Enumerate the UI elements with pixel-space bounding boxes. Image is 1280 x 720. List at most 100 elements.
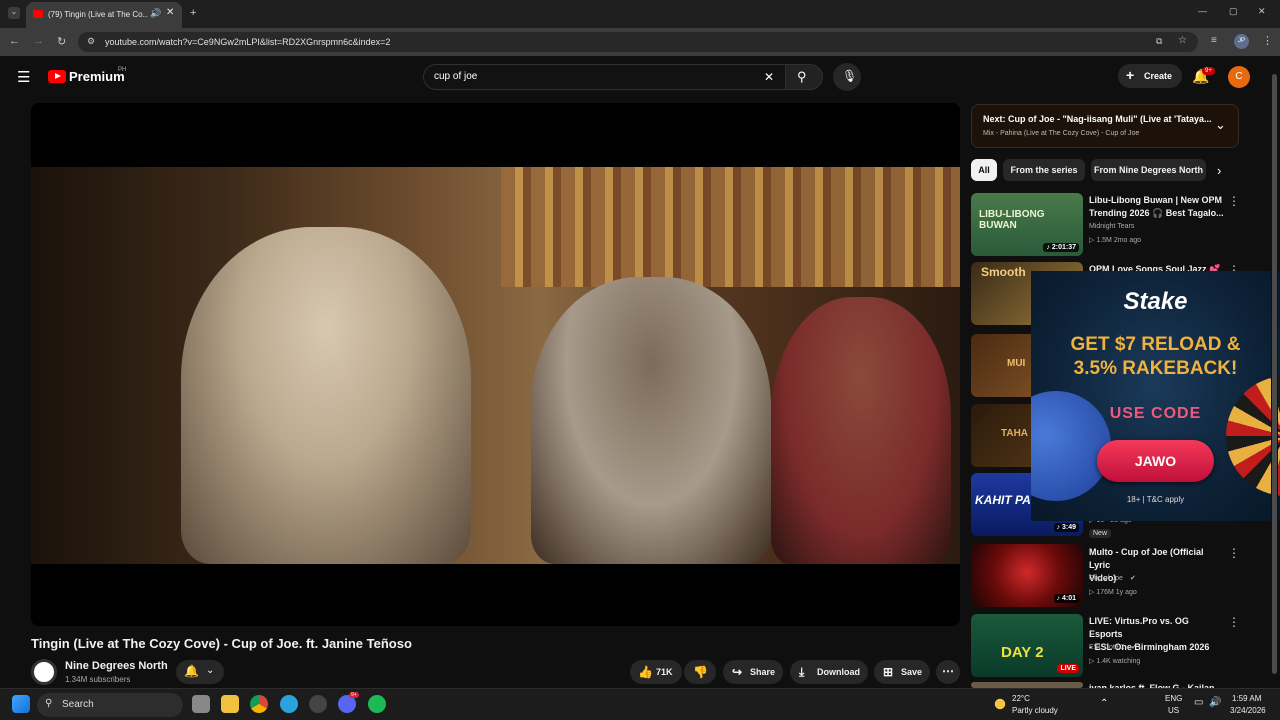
rec-menu-icon[interactable]: ⋮ bbox=[1228, 194, 1240, 208]
ad-code-button[interactable]: JAWO bbox=[1097, 440, 1214, 482]
stake-ad-overlay[interactable]: Stake GET $7 RELOAD & 3.5% RAKEBACK! USE… bbox=[1031, 271, 1280, 521]
hamburger-menu-icon[interactable]: ☰ bbox=[17, 68, 30, 86]
window-close-icon[interactable]: ✕ bbox=[1258, 6, 1266, 17]
forward-icon[interactable]: → bbox=[33, 35, 44, 47]
duration-badge: ♪ 3:49 bbox=[1053, 523, 1079, 532]
page-scrollbar[interactable] bbox=[1271, 60, 1278, 686]
youtube-logo-icon[interactable] bbox=[48, 70, 66, 83]
chevron-down-icon[interactable]: ⌄ bbox=[1215, 117, 1226, 133]
obs-icon[interactable] bbox=[309, 695, 327, 713]
scrollbar-thumb[interactable] bbox=[1272, 74, 1277, 674]
clock-time[interactable]: 1:59 AM bbox=[1232, 694, 1261, 703]
rec-thumbnail[interactable]: ♪ 4:01 bbox=[971, 544, 1083, 607]
close-tab-icon[interactable]: ✕ bbox=[166, 7, 174, 18]
profile-avatar[interactable]: JP bbox=[1234, 34, 1249, 49]
volume-icon[interactable]: 🔊 bbox=[1209, 697, 1221, 708]
rec-title-line: Trending 2026 🎧 Best Tagalo... bbox=[1089, 208, 1224, 218]
bell-icon: 🔔 bbox=[184, 664, 199, 678]
file-explorer-icon[interactable] bbox=[221, 695, 239, 713]
country-code: PH bbox=[118, 67, 127, 73]
taskbar-search[interactable]: ⚲ Search bbox=[37, 693, 183, 717]
create-label: Create bbox=[1144, 71, 1173, 81]
thumbnail-text: MUI bbox=[1007, 358, 1026, 369]
lang-region[interactable]: US bbox=[1168, 706, 1179, 715]
tray-overflow-icon[interactable]: ⌃ bbox=[1100, 698, 1108, 709]
channel-avatar[interactable] bbox=[31, 659, 57, 685]
more-icon: ⋯ bbox=[942, 664, 954, 678]
rec-menu-icon[interactable]: ⋮ bbox=[1228, 546, 1240, 560]
rec-thumbnail[interactable]: DAY 2 LIVE bbox=[971, 614, 1083, 677]
chip-from-channel[interactable]: From Nine Degrees North bbox=[1091, 159, 1206, 181]
windows-start-icon[interactable] bbox=[12, 695, 30, 713]
speaker-icon[interactable]: 🔊 bbox=[150, 8, 161, 19]
browser-menu-icon[interactable]: ⋮ bbox=[1262, 34, 1273, 47]
reload-icon[interactable]: ↻ bbox=[57, 35, 66, 48]
search-input[interactable]: cup of joe ✕ bbox=[423, 64, 786, 90]
telegram-icon[interactable] bbox=[280, 695, 298, 713]
share-button[interactable]: ↪ Share bbox=[723, 660, 783, 684]
save-button[interactable]: ⊞ Save bbox=[874, 660, 930, 684]
video-player[interactable] bbox=[31, 103, 960, 626]
rec-thumbnail[interactable]: LIBU-LIBONG BUWAN ♪ 2:01:37 bbox=[971, 193, 1083, 256]
rec-title-line: Multo - Cup of Joe (Official Lyric bbox=[1089, 547, 1204, 570]
spotify-icon[interactable] bbox=[368, 695, 386, 713]
maximize-icon[interactable]: ▢ bbox=[1229, 6, 1238, 17]
create-button[interactable]: + Create bbox=[1118, 64, 1182, 88]
task-view-icon[interactable] bbox=[192, 695, 210, 713]
minimize-icon[interactable]: — bbox=[1198, 6, 1207, 16]
save-label: Save bbox=[901, 667, 923, 677]
url-text: youtube.com/watch?v=Ce9NGw2mLPI&list=RD2… bbox=[105, 37, 391, 47]
download-icon: ⤓ bbox=[799, 665, 805, 679]
thumbnail-text: LIBU-LIBONG BUWAN bbox=[979, 209, 1045, 231]
download-button[interactable]: ⤓ Download bbox=[790, 660, 868, 684]
network-icon[interactable]: ▭ bbox=[1194, 697, 1203, 708]
cast-icon[interactable]: ⧉ bbox=[1156, 36, 1162, 47]
ad-headline: GET $7 RELOAD & 3.5% RAKEBACK! bbox=[1031, 333, 1280, 381]
ad-use-code: USE CODE bbox=[1109, 405, 1202, 422]
subscription-bell-button[interactable]: 🔔 ⌄ bbox=[176, 660, 224, 684]
ad-headline-line: 3.5% RAKEBACK! bbox=[1073, 358, 1238, 379]
dislike-button[interactable]: 👎 bbox=[684, 660, 716, 684]
rec-menu-icon[interactable]: ⋮ bbox=[1228, 615, 1240, 629]
search-icon: ⚲ bbox=[45, 698, 53, 709]
address-bar[interactable]: ⚙ youtube.com/watch?v=Ce9NGw2mLPI&list=R… bbox=[78, 32, 1198, 52]
chrome-icon[interactable] bbox=[250, 695, 268, 713]
rec-channel[interactable]: Midnight Tears bbox=[1089, 223, 1134, 230]
subscriber-count: 1.34M subscribers bbox=[65, 675, 131, 684]
search-value: cup of joe bbox=[434, 71, 478, 82]
tab-list-icon[interactable]: ⌄ bbox=[8, 7, 20, 19]
bookmark-star-icon[interactable]: ☆ bbox=[1178, 35, 1187, 46]
account-avatar[interactable]: C bbox=[1228, 66, 1250, 88]
search-icon: ⚲ bbox=[797, 69, 807, 84]
weather-temp[interactable]: 22°C bbox=[1012, 694, 1030, 703]
like-button[interactable]: 👍 71K bbox=[630, 660, 682, 684]
chip-from-series[interactable]: From the series bbox=[1003, 159, 1085, 181]
rec-meta: ▷ 176M 1y ago bbox=[1089, 589, 1137, 596]
rec-meta: ▷ 1.5M 2mo ago bbox=[1089, 237, 1142, 244]
ad-headline-line: GET $7 RELOAD & bbox=[1070, 334, 1241, 355]
new-tab-icon[interactable]: + bbox=[190, 7, 196, 19]
more-actions-button[interactable]: ⋯ bbox=[936, 660, 960, 684]
site-info-icon[interactable]: ⚙ bbox=[87, 36, 95, 47]
weather-desc[interactable]: Partly cloudy bbox=[1012, 706, 1058, 715]
search-button[interactable]: ⚲ bbox=[785, 64, 823, 90]
rec-channel[interactable]: ESL Dota 2 bbox=[1089, 644, 1125, 651]
clear-search-icon[interactable]: ✕ bbox=[764, 70, 774, 84]
duration-badge: ♪ 2:01:37 bbox=[1043, 243, 1079, 252]
playlist-next-panel[interactable]: Next: Cup of Joe - "Nag-iisang Muli" (Li… bbox=[971, 104, 1239, 148]
lang-code[interactable]: ENG bbox=[1165, 694, 1182, 703]
clock-date[interactable]: 3/24/2026 bbox=[1230, 706, 1266, 715]
weather-icon[interactable] bbox=[991, 695, 1009, 713]
browser-tab[interactable]: (79) Tingin (Live at The Co... 🔊 ✕ bbox=[26, 2, 182, 28]
channel-name[interactable]: Nine Degrees North bbox=[65, 660, 168, 672]
rec-channel[interactable]: Cup of Joe bbox=[1089, 575, 1123, 582]
rec-title[interactable]: Libu-Libong Buwan | New OPM Trending 202… bbox=[1089, 194, 1224, 220]
voice-search-button[interactable]: 🎙 bbox=[833, 63, 861, 91]
plus-icon: + bbox=[1126, 67, 1135, 83]
discord-badge: 9+ bbox=[349, 692, 359, 698]
chevron-right-icon[interactable]: › bbox=[1217, 163, 1221, 178]
back-icon[interactable]: ← bbox=[9, 35, 20, 47]
chip-all[interactable]: All bbox=[971, 159, 997, 181]
brand-label[interactable]: Premium bbox=[69, 69, 125, 84]
media-icon[interactable]: ≡ bbox=[1211, 35, 1217, 46]
